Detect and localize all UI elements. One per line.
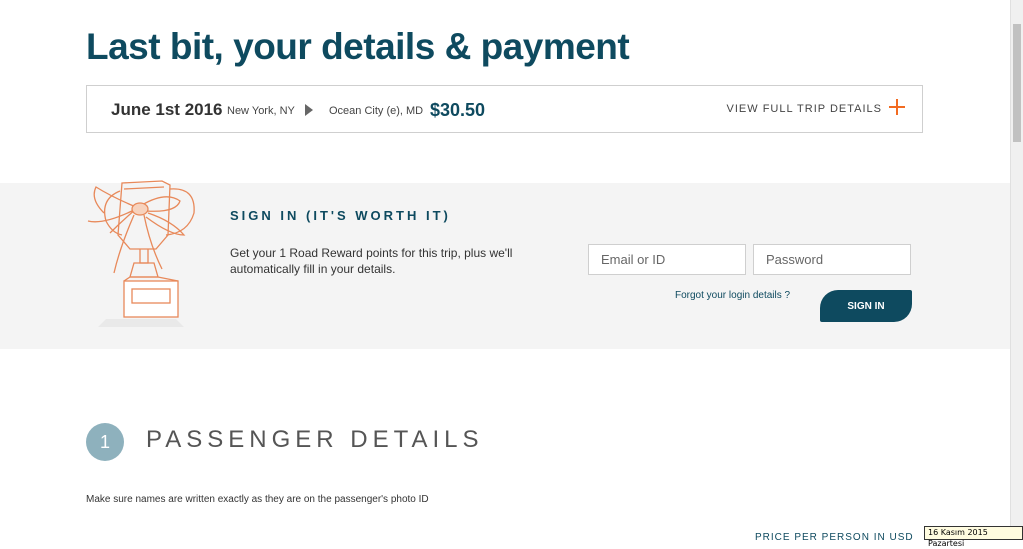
signin-description: Get your 1 Road Reward points for this t… [230, 246, 513, 276]
trip-price: $30.50 [430, 100, 486, 120]
plus-icon[interactable] [888, 98, 906, 116]
email-field[interactable] [588, 244, 746, 275]
trip-origin: New York, NY [227, 105, 295, 117]
photo-id-note: Make sure names are written exactly as t… [86, 494, 429, 505]
trip-date: June 1st 2016 [111, 100, 223, 119]
trip-destination: Ocean City (e), MD [329, 105, 424, 117]
trophy-with-bow-icon [87, 180, 195, 327]
step-number-badge: 1 [86, 423, 124, 461]
scrollbar-thumb[interactable] [1013, 24, 1021, 142]
signin-heading: SIGN IN (IT'S WORTH IT) [230, 208, 451, 223]
signin-section: SIGN IN (IT'S WORTH IT) Get your 1 Road … [0, 180, 1010, 349]
sign-in-button[interactable]: SIGN IN [820, 290, 912, 322]
password-field[interactable] [753, 244, 911, 275]
vertical-scrollbar[interactable] [1010, 0, 1023, 538]
view-trip-details-link[interactable]: VIEW FULL TRIP DETAILS [727, 103, 882, 115]
forgot-login-link[interactable]: Forgot your login details ? [675, 290, 790, 301]
page-title: Last bit, your details & payment [86, 26, 630, 67]
play-arrow-icon [305, 104, 313, 116]
trip-summary-bar: June 1st 2016 New York, NY Ocean City (e… [86, 85, 923, 133]
passenger-details-title: PASSENGER DETAILS [146, 426, 484, 453]
